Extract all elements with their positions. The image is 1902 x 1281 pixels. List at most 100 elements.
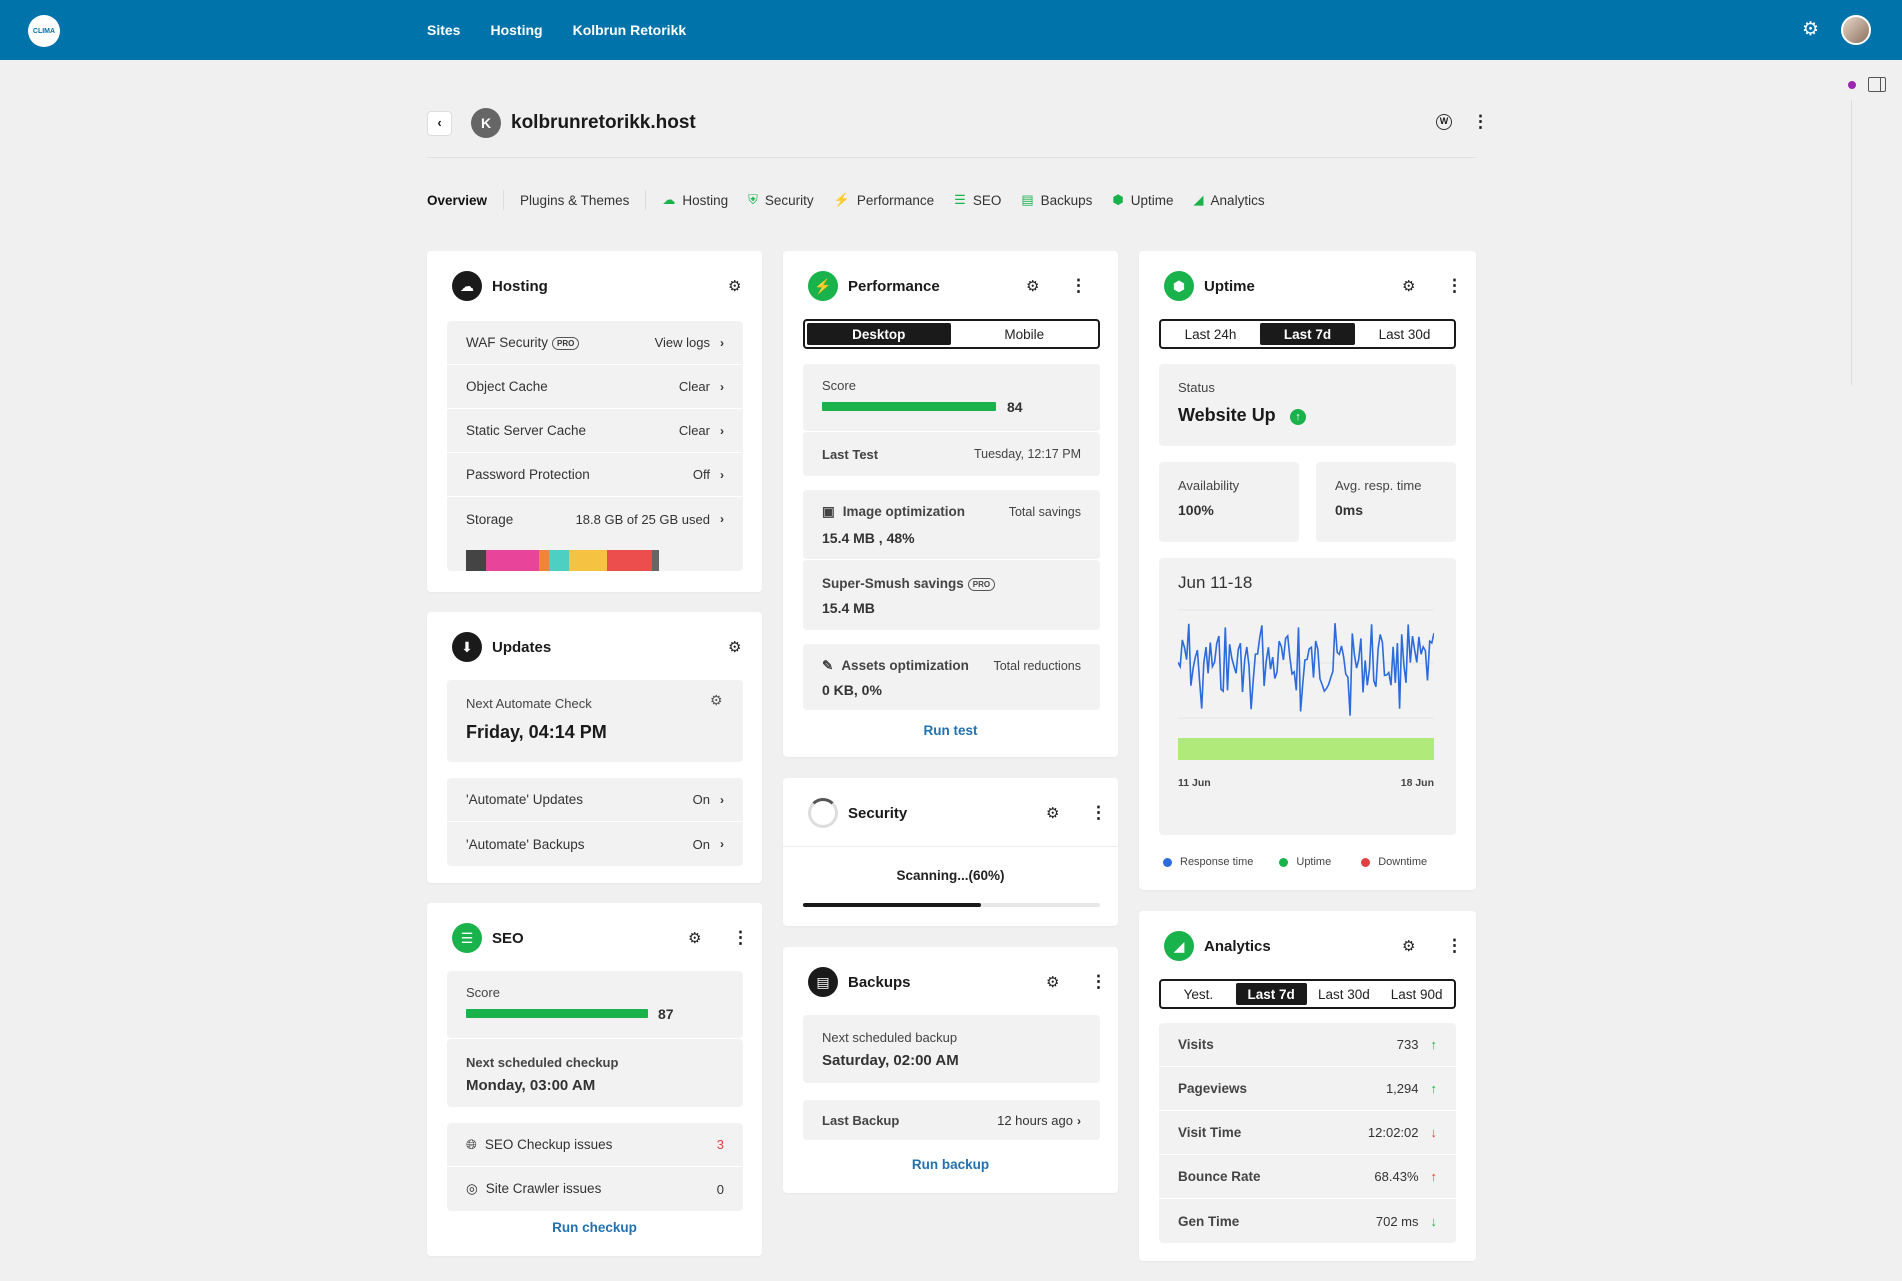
storage-segment xyxy=(539,550,549,571)
range-90d[interactable]: Last 90d xyxy=(1381,983,1452,1005)
back-button[interactable]: ‹ xyxy=(427,111,452,136)
row-label: SEO Checkup issues xyxy=(484,1136,613,1152)
chart-title: Jun 11-18 xyxy=(1178,573,1253,592)
range-yesterday[interactable]: Yest. xyxy=(1163,983,1234,1005)
settings-gear-icon[interactable]: ⚙ xyxy=(710,692,723,709)
uptime-bar xyxy=(1178,738,1434,760)
avatar[interactable] xyxy=(1841,15,1871,45)
list-item[interactable]: Password Protection Off › xyxy=(447,453,743,497)
chevron-right-icon: › xyxy=(720,423,724,438)
row-value: 702 ms xyxy=(1375,1213,1419,1229)
nav-sites[interactable]: Sites xyxy=(427,22,460,38)
view-logs-link[interactable]: View logs xyxy=(655,335,710,350)
uptime-card: ⬢ Uptime ⚙ ⋮ Last 24h Last 7d Last 30d S… xyxy=(1139,251,1476,890)
settings-gear-icon[interactable]: ⚙ xyxy=(1046,973,1059,991)
settings-gear-icon[interactable]: ⚙ xyxy=(1046,804,1059,822)
tab-backups[interactable]: ▤ Backups xyxy=(1021,192,1092,208)
run-backup-button[interactable]: Run backup xyxy=(783,1157,1118,1172)
top-bar: CLIMA Sites Hosting Kolbrun Retorikk ⚙ xyxy=(0,0,1902,60)
last-backup-row[interactable]: Last Backup 12 hours ago › xyxy=(803,1100,1100,1140)
run-test-button[interactable]: Run test xyxy=(783,723,1118,738)
chart-legend: Response time Uptime Downtime xyxy=(1163,856,1427,868)
range-30d[interactable]: Last 30d xyxy=(1309,983,1380,1005)
list-item[interactable]: Object Cache Clear › xyxy=(447,365,743,409)
list-item[interactable]: Gen Time 702 ms ↓ xyxy=(1159,1199,1456,1243)
logo[interactable]: CLIMA xyxy=(28,15,60,47)
more-options-icon[interactable]: ⋮ xyxy=(1090,804,1107,821)
range-30d[interactable]: Last 30d xyxy=(1357,323,1452,345)
mobile-toggle[interactable]: Mobile xyxy=(953,323,1097,345)
paperclip-icon: ✎ xyxy=(822,658,834,673)
more-options-icon[interactable]: ⋮ xyxy=(1070,277,1087,294)
availability-value: 100% xyxy=(1178,502,1214,518)
response-label: Avg. resp. time xyxy=(1335,478,1422,493)
arrow-down-icon: ↓ xyxy=(1430,1125,1438,1140)
tab-security[interactable]: ⛨ Security xyxy=(748,192,814,208)
range-7d[interactable]: Last 7d xyxy=(1260,323,1355,345)
seo-issues-list: 🌐︎ SEO Checkup issues 3 ◎ Site Crawler iss… xyxy=(447,1123,743,1211)
legend-label: Downtime xyxy=(1378,856,1428,868)
row-label: 'Automate' Updates xyxy=(466,792,583,807)
storage-row[interactable]: Storage 18.8 GB of 25 GB used › xyxy=(447,497,743,541)
chevron-right-icon: › xyxy=(1077,1114,1081,1128)
list-item[interactable]: 🌐︎ SEO Checkup issues 3 xyxy=(447,1123,743,1167)
tab-plugins-themes[interactable]: Plugins & Themes xyxy=(520,193,629,208)
list-item[interactable]: 'Automate' Backups On › xyxy=(447,822,743,866)
list-item[interactable]: Bounce Rate 68.43% ↑ xyxy=(1159,1155,1456,1199)
next-backup-value: Saturday, 02:00 AM xyxy=(822,1052,959,1069)
cloud-icon: ☁ xyxy=(452,271,482,301)
last-test-label: Last Test xyxy=(822,447,879,462)
more-options-icon[interactable]: ⋮ xyxy=(1090,973,1107,990)
settings-gear-icon[interactable]: ⚙ xyxy=(688,929,701,947)
wordpress-icon[interactable]: W xyxy=(1436,114,1452,130)
settings-gear-icon[interactable]: ⚙ xyxy=(728,277,741,295)
more-options-icon[interactable]: ⋮ xyxy=(732,929,749,946)
side-panel-icon[interactable] xyxy=(1868,77,1886,92)
range-7d[interactable]: Last 7d xyxy=(1235,983,1307,1005)
settings-gear-icon[interactable]: ⚙ xyxy=(1402,937,1415,955)
tab-analytics[interactable]: ◢ Analytics xyxy=(1194,192,1265,208)
settings-gear-icon[interactable]: ⚙ xyxy=(1402,277,1415,295)
nav-site-name[interactable]: Kolbrun Retorikk xyxy=(573,22,687,38)
list-item[interactable]: 'Automate' Updates On › xyxy=(447,778,743,822)
card-title: Backups xyxy=(848,973,911,991)
more-options-icon[interactable]: ⋮ xyxy=(1472,113,1489,130)
next-check-value: Friday, 04:14 PM xyxy=(466,722,607,742)
updates-card: ⬇ Updates ⚙ Next Automate Check ⚙ Friday… xyxy=(427,612,762,883)
settings-gear-icon[interactable]: ⚙ xyxy=(1026,277,1039,295)
response-chart-box: Jun 11-18 11 Jun 18 Jun xyxy=(1159,558,1456,835)
desktop-toggle[interactable]: Desktop xyxy=(807,323,951,345)
tab-hosting[interactable]: ☁ Hosting xyxy=(662,192,728,208)
gear-icon[interactable]: ⚙ xyxy=(1802,20,1822,40)
list-item[interactable]: Visits 733 ↑ xyxy=(1159,1023,1456,1067)
uptime-icon: ⬢ xyxy=(1112,192,1124,207)
list-item[interactable]: WAF Security PRO View logs › xyxy=(447,321,743,365)
run-checkup-button[interactable]: Run checkup xyxy=(427,1220,762,1235)
arrow-up-icon: ↑ xyxy=(1430,1169,1438,1184)
range-24h[interactable]: Last 24h xyxy=(1163,323,1258,345)
device-toggle: Desktop Mobile xyxy=(803,319,1100,349)
list-item[interactable]: ◎ Site Crawler issues 0 xyxy=(447,1167,743,1211)
page-title: kolbrunretorikk.host xyxy=(511,112,696,133)
clear-object-cache-button[interactable]: Clear xyxy=(679,379,710,394)
list-item[interactable]: Static Server Cache Clear › xyxy=(447,409,743,453)
next-checkup-label: Next scheduled checkup xyxy=(466,1055,619,1070)
scan-progress-fill xyxy=(803,903,982,907)
tab-seo[interactable]: ☰ SEO xyxy=(954,192,1001,208)
notification-dot-icon[interactable] xyxy=(1848,81,1856,89)
list-item[interactable]: Pageviews 1,294 ↑ xyxy=(1159,1067,1456,1111)
row-label: Visit Time xyxy=(1178,1125,1242,1140)
storage-segment xyxy=(569,550,607,571)
image-opt-label: Image optimization xyxy=(842,504,966,519)
tab-uptime[interactable]: ⬢ Uptime xyxy=(1112,192,1173,208)
list-item[interactable]: Visit Time 12:02:02 ↓ xyxy=(1159,1111,1456,1155)
tab-overview[interactable]: Overview xyxy=(427,193,487,208)
tab-performance[interactable]: ⚡ Performance xyxy=(834,192,934,208)
clear-static-cache-button[interactable]: Clear xyxy=(679,423,710,438)
response-time-chart: 11 Jun 18 Jun xyxy=(1178,609,1434,789)
more-options-icon[interactable]: ⋮ xyxy=(1446,937,1463,954)
more-options-icon[interactable]: ⋮ xyxy=(1446,277,1463,294)
settings-gear-icon[interactable]: ⚙ xyxy=(728,638,741,656)
seo-icon: ☰ xyxy=(954,192,966,207)
nav-hosting[interactable]: Hosting xyxy=(490,22,542,38)
